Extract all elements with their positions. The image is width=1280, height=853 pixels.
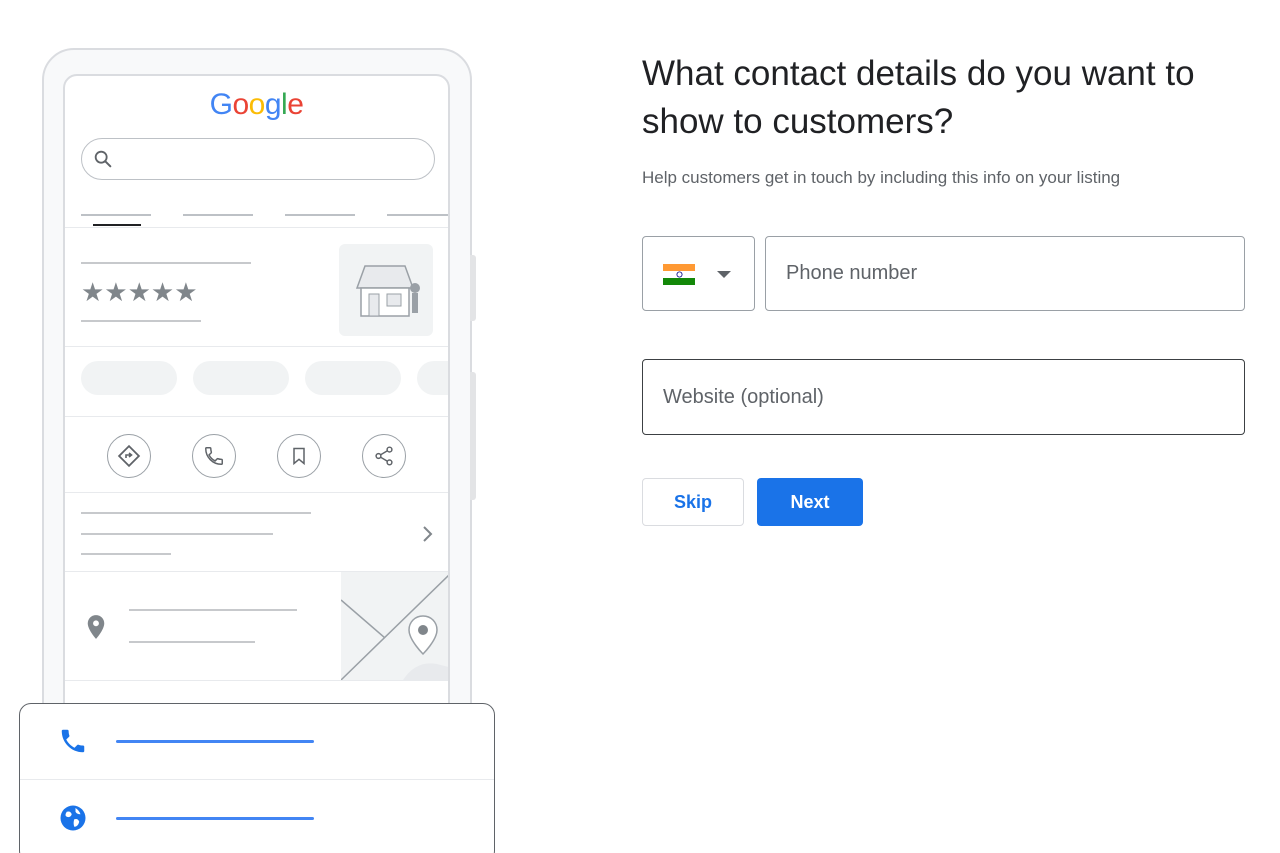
logo-letter: o [248,88,266,121]
text-placeholder [81,553,171,555]
globe-icon [58,803,88,838]
page-title: What contact details do you want to show… [642,54,1195,141]
tab-placeholder [285,214,355,216]
search-bar-placeholder [81,138,435,180]
text-placeholder [129,609,297,611]
chip-placeholder [193,361,289,395]
phone-side-button [470,372,476,500]
country-code-select[interactable] [642,236,755,311]
bookmark-icon [277,434,321,478]
divider [65,416,448,417]
skip-button[interactable]: Skip [642,478,744,526]
phone-icon [192,434,236,478]
page-subtitle: Help customers get in touch by including… [642,168,1121,187]
tab-placeholder [183,214,253,216]
google-logo: Google [65,88,448,122]
tab-placeholder [81,214,151,216]
chevron-right-icon [421,524,435,549]
active-tab-indicator [93,224,141,226]
share-icon [362,434,406,478]
text-placeholder [81,512,311,514]
website-placeholder-line [116,817,314,820]
phone-side-button [470,255,476,321]
phone-number-input[interactable] [765,236,1245,311]
logo-letter: o [232,88,249,121]
divider [20,779,494,780]
india-flag-icon [663,264,695,285]
map-thumbnail [340,572,448,681]
search-icon [92,148,114,175]
divider [65,680,448,681]
divider [65,346,448,347]
next-button[interactable]: Next [757,478,863,526]
directions-icon [107,434,151,478]
text-placeholder [81,320,201,322]
text-placeholder [129,641,255,643]
text-placeholder [81,533,273,535]
website-input[interactable] [642,359,1245,435]
text-placeholder [81,262,251,264]
location-pin-icon [85,613,107,646]
logo-letter: e [287,88,304,121]
phone-icon [58,726,88,761]
chip-placeholder [417,361,448,395]
chip-placeholder [305,361,401,395]
storefront-icon [339,244,433,336]
logo-letter: G [209,88,233,121]
dropdown-arrow-icon [717,271,731,278]
rating-stars: ★★★★★ [81,278,198,308]
contact-info-card [19,703,495,853]
chip-placeholder [81,361,177,395]
logo-letter: g [264,88,282,121]
phone-placeholder-line [116,740,314,743]
divider [65,492,448,493]
tab-placeholder [387,214,448,216]
divider [65,227,448,228]
